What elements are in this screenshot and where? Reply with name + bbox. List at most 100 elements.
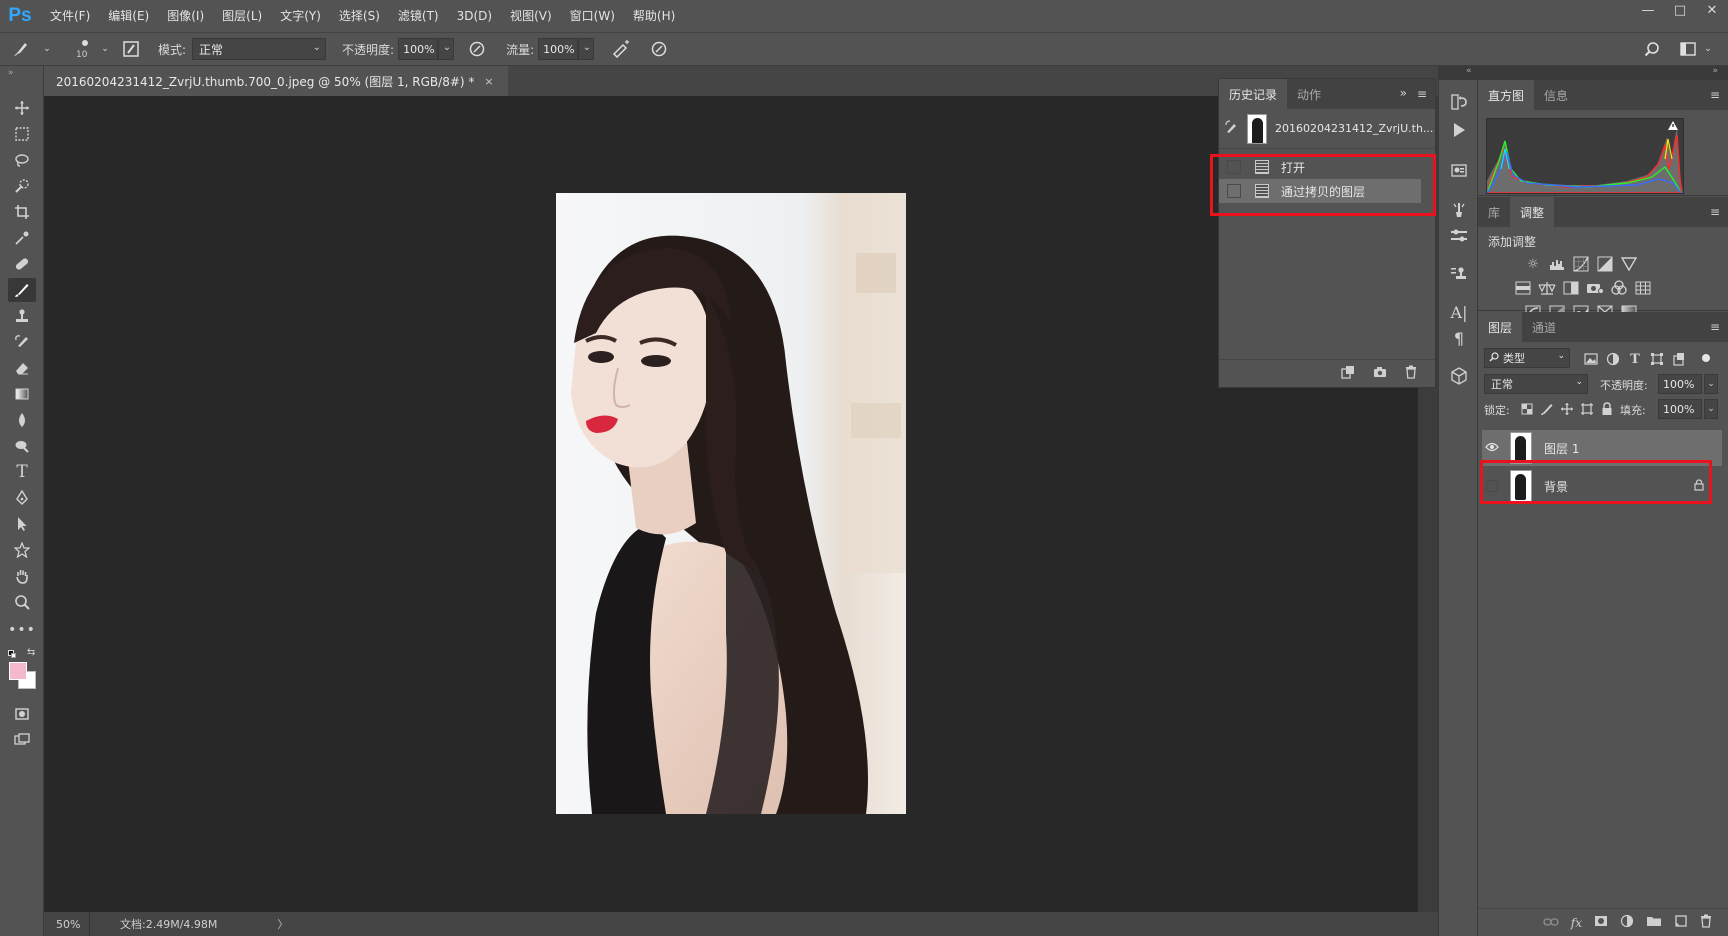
gradient-tool-icon[interactable] — [8, 382, 36, 406]
filter-smart-object-icon[interactable] — [1670, 350, 1688, 368]
menu-file[interactable]: 文件(F) — [40, 0, 98, 32]
chevron-down-icon[interactable]: ⌄ — [42, 44, 52, 54]
custom-shape-tool-icon[interactable] — [8, 538, 36, 562]
close-window-button[interactable]: ✕ — [1696, 0, 1728, 22]
menu-view[interactable]: 视图(V) — [500, 0, 560, 32]
levels-icon[interactable] — [1548, 255, 1566, 273]
search-icon[interactable] — [1640, 41, 1664, 57]
layer-style-fx-icon[interactable]: fx — [1571, 916, 1582, 930]
marquee-tool-icon[interactable] — [8, 122, 36, 146]
airbrush-icon[interactable] — [606, 40, 636, 58]
eraser-tool-icon[interactable] — [8, 356, 36, 380]
menu-edit[interactable]: 编辑(E) — [98, 0, 157, 32]
eye-icon[interactable] — [1482, 442, 1502, 455]
photo-filter-icon[interactable] — [1586, 279, 1604, 297]
filter-pixel-icon[interactable] — [1582, 350, 1600, 368]
collapse-panels-icon[interactable]: » — [1712, 66, 1718, 76]
mode-select[interactable]: 正常 ⌄ — [192, 38, 327, 60]
panel-menu-icon[interactable]: ≡ — [1710, 320, 1720, 334]
character-panel-icon[interactable]: A| — [1447, 300, 1471, 324]
vibrance-icon[interactable] — [1620, 255, 1638, 273]
panel-menu-icon[interactable]: ≡ — [1710, 88, 1720, 102]
menu-window[interactable]: 窗口(W) — [560, 0, 623, 32]
filter-adjustment-icon[interactable] — [1604, 350, 1622, 368]
more-tools-icon[interactable]: ••• — [8, 618, 36, 642]
close-tab-icon[interactable]: × — [484, 75, 493, 88]
hand-tool-icon[interactable] — [8, 564, 36, 588]
lock-all-icon[interactable] — [1598, 400, 1616, 418]
brush-presets-icon[interactable] — [1447, 224, 1471, 248]
brush-tool-icon[interactable] — [8, 278, 36, 302]
healing-brush-tool-icon[interactable] — [8, 252, 36, 276]
lock-transparent-pixels-icon[interactable] — [1518, 400, 1536, 418]
tab-adjustments[interactable]: 调整 — [1510, 197, 1555, 227]
properties-icon[interactable] — [1447, 158, 1471, 182]
tab-libraries[interactable]: 库 — [1478, 197, 1510, 227]
history-panel-icon[interactable] — [1447, 90, 1471, 114]
pressure-opacity-icon[interactable] — [462, 40, 492, 58]
lasso-tool-icon[interactable] — [8, 148, 36, 172]
channel-mixer-icon[interactable] — [1610, 279, 1628, 297]
collapse-toolbar-icon[interactable]: » — [8, 68, 14, 78]
minimize-button[interactable]: — — [1632, 0, 1664, 22]
clone-source-icon[interactable] — [1447, 262, 1471, 286]
new-adjustment-layer-icon[interactable] — [1620, 914, 1634, 931]
layer-opacity-input[interactable]: 100% — [1658, 374, 1702, 394]
dodge-tool-icon[interactable] — [8, 434, 36, 458]
collapse-dock-icon[interactable]: « — [1466, 66, 1472, 76]
pressure-size-icon[interactable] — [644, 40, 674, 58]
brush-preset-icon[interactable] — [0, 40, 42, 58]
panel-menu-icon[interactable]: ≡ — [1417, 87, 1427, 101]
quick-selection-tool-icon[interactable] — [8, 174, 36, 198]
blur-tool-icon[interactable] — [8, 408, 36, 432]
zoom-level-field[interactable]: 50% — [44, 912, 90, 936]
opacity-dropdown[interactable]: ⌄ — [438, 38, 455, 60]
trash-icon[interactable] — [1405, 365, 1417, 383]
type-tool-icon[interactable]: T — [8, 460, 36, 484]
lock-image-pixels-icon[interactable] — [1538, 400, 1556, 418]
filter-toggle-icon[interactable] — [1702, 354, 1710, 362]
fill-input[interactable]: 100% — [1658, 399, 1702, 419]
tab-channels[interactable]: 通道 — [1522, 312, 1566, 342]
tab-histogram[interactable]: 直方图 — [1478, 80, 1535, 110]
tab-actions[interactable]: 动作 — [1287, 79, 1331, 109]
lock-position-icon[interactable] — [1558, 400, 1576, 418]
quick-mask-icon[interactable] — [8, 702, 36, 726]
menu-3d[interactable]: 3D(D) — [447, 0, 500, 32]
crop-tool-icon[interactable] — [8, 200, 36, 224]
filter-type-icon[interactable]: T — [1626, 350, 1644, 368]
menu-type[interactable]: 文字(Y) — [270, 0, 329, 32]
layer-name[interactable]: 图层 1 — [1544, 440, 1579, 457]
zoom-tool-icon[interactable] — [8, 590, 36, 614]
blend-mode-select[interactable]: 正常 ⌄ — [1484, 374, 1588, 394]
tab-history[interactable]: 历史记录 — [1219, 79, 1288, 109]
curves-icon[interactable] — [1572, 255, 1590, 273]
menu-select[interactable]: 选择(S) — [329, 0, 388, 32]
lock-artboard-icon[interactable] — [1578, 400, 1596, 418]
play-icon[interactable] — [1447, 118, 1471, 142]
brightness-icon[interactable]: ☼ — [1524, 255, 1542, 273]
flow-input[interactable]: 100% — [538, 38, 579, 60]
hue-saturation-icon[interactable] — [1514, 279, 1532, 297]
foreground-color-swatch[interactable] — [9, 662, 27, 680]
document-image[interactable] — [556, 193, 906, 814]
menu-help[interactable]: 帮助(H) — [623, 0, 683, 32]
flow-dropdown[interactable]: ⌄ — [578, 38, 595, 60]
brush-settings-icon[interactable] — [1447, 198, 1471, 222]
history-brush-tool-icon[interactable] — [8, 330, 36, 354]
history-brush-source-icon[interactable] — [1225, 120, 1243, 137]
tab-layers[interactable]: 图层 — [1478, 312, 1523, 342]
filter-shape-icon[interactable] — [1648, 350, 1666, 368]
menu-filter[interactable]: 滤镜(T) — [388, 0, 447, 32]
new-document-from-state-icon[interactable] — [1341, 365, 1355, 383]
color-balance-icon[interactable] — [1538, 279, 1556, 297]
screen-mode-icon[interactable] — [8, 728, 36, 752]
brush-panel-toggle-icon[interactable] — [118, 40, 144, 58]
brush-size-picker[interactable]: 10 — [70, 34, 100, 64]
path-selection-tool-icon[interactable] — [8, 512, 36, 536]
document-size-info[interactable]: 文档:2.49M/4.98M — [120, 916, 217, 932]
exposure-icon[interactable] — [1596, 255, 1614, 273]
camera-icon[interactable] — [1373, 366, 1387, 382]
document-tab[interactable]: 20160204231412_ZvrjU.thumb.700_0.jpeg @ … — [44, 66, 508, 96]
layer-opacity-dropdown[interactable]: ⌄ — [1704, 374, 1718, 394]
